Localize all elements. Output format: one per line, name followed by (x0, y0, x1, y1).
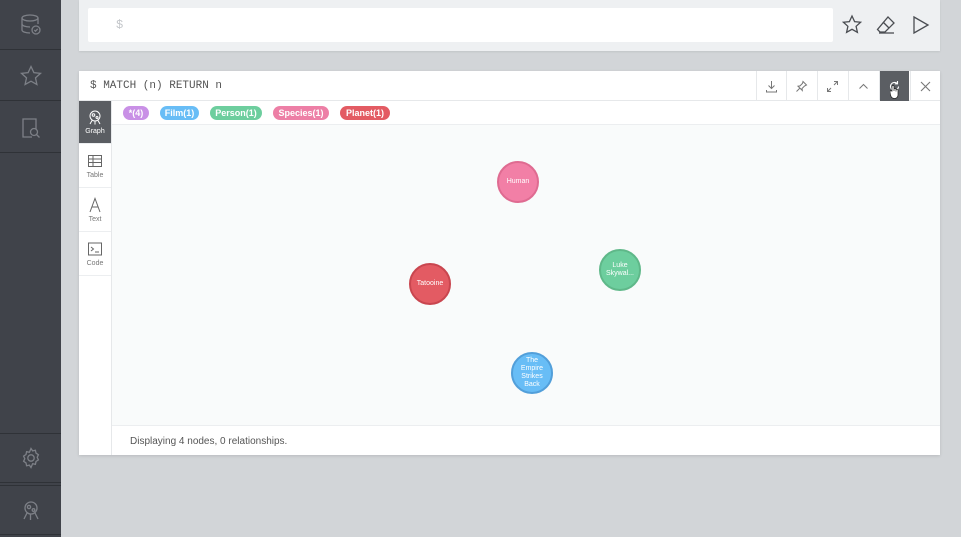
collapse-button[interactable] (848, 71, 878, 101)
tab-table-label: Table (86, 172, 104, 179)
label-pill-film[interactable]: Film(1) (160, 106, 199, 120)
result-frame: $ MATCH (n) RETURN n Graph Table Text Co… (79, 71, 940, 455)
graph-canvas[interactable]: Human Luke Skywal... Tatooine The Empire… (112, 125, 940, 425)
fullscreen-button[interactable] (817, 71, 847, 101)
tab-code-label: Code (86, 260, 104, 267)
node-labels-bar: *(4) Film(1) Person(1) Species(1) Planet… (112, 101, 940, 125)
graph-node-luke[interactable]: Luke Skywal... (599, 249, 641, 291)
about-button[interactable] (0, 485, 61, 535)
label-pill-person[interactable]: Person(1) (210, 106, 262, 120)
download-button[interactable] (756, 71, 786, 101)
node-caption: Tatooine (416, 280, 444, 287)
collapse-icon (859, 83, 868, 89)
graph-icon (89, 110, 101, 125)
graph-node-empire[interactable]: The Empire Strikes Back (511, 352, 553, 394)
mouse-pointer-icon (890, 85, 899, 99)
graph-node-tatooine[interactable]: Tatooine (409, 263, 451, 305)
status-bar: Displaying 4 nodes, 0 relationships. (112, 425, 940, 455)
settings-button[interactable] (0, 433, 61, 483)
run-play-icon (913, 15, 930, 35)
close-icon (920, 81, 931, 91)
label-pill-planet[interactable]: Planet(1) (340, 106, 390, 120)
query-input[interactable]: $ (88, 8, 833, 42)
tab-code[interactable]: Code (79, 233, 111, 276)
status-text: Displaying 4 nodes, 0 relationships. (130, 436, 288, 447)
eraser-icon (876, 16, 895, 34)
favorite-star-icon (841, 14, 863, 34)
database-button[interactable] (0, 0, 61, 50)
star-icon (19, 64, 42, 86)
clear-button[interactable] (875, 14, 897, 36)
query-editor-bar: $ (79, 0, 940, 51)
label-pill-all[interactable]: *(4) (123, 106, 149, 120)
tab-text-label: Text (88, 216, 102, 223)
node-caption: The Empire Strikes Back (520, 357, 544, 388)
pin-button[interactable] (786, 71, 816, 101)
gear-icon (22, 447, 39, 469)
node-caption: Human (506, 178, 530, 185)
table-icon (88, 155, 102, 167)
neo4j-logo-icon (22, 501, 39, 520)
frame-header: $ MATCH (n) RETURN n (79, 71, 940, 101)
search-document-icon (21, 117, 40, 138)
label-pill-species[interactable]: Species(1) (273, 106, 329, 120)
code-icon (88, 242, 102, 256)
sidebar (0, 0, 61, 537)
frame-query-text[interactable]: $ MATCH (n) RETURN n (90, 80, 222, 92)
documents-button[interactable] (0, 103, 61, 153)
tab-text[interactable]: Text (79, 189, 111, 232)
pin-icon (796, 80, 808, 92)
favorites-button[interactable] (0, 51, 61, 101)
prompt-symbol: $ (116, 18, 124, 32)
view-tabs: Graph Table Text Code (79, 101, 112, 455)
graph-node-human[interactable]: Human (497, 161, 539, 203)
node-caption: Luke Skywal... (605, 262, 634, 277)
fullscreen-icon (827, 80, 838, 92)
run-button[interactable] (909, 14, 931, 36)
tab-graph[interactable]: Graph (79, 101, 111, 144)
close-button[interactable] (910, 71, 940, 101)
tab-table[interactable]: Table (79, 145, 111, 188)
download-icon (766, 80, 777, 92)
favorite-button[interactable] (841, 14, 863, 36)
tab-graph-label: Graph (85, 128, 105, 135)
text-icon (89, 197, 101, 213)
database-icon (20, 13, 41, 35)
